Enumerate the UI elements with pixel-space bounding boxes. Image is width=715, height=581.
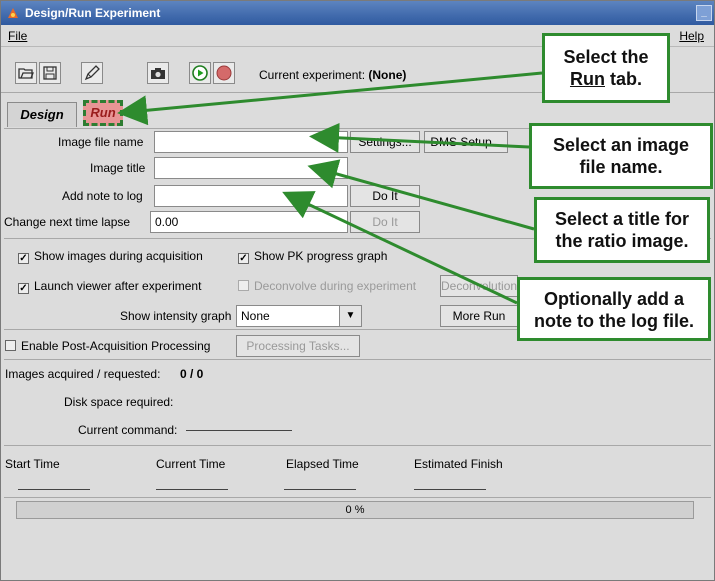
callout-run-tab-keyword: Run bbox=[569, 69, 605, 89]
current-command-line bbox=[186, 430, 292, 431]
processing-tasks-button[interactable]: Processing Tasks... bbox=[236, 335, 360, 357]
current-experiment-value: (None) bbox=[368, 68, 407, 82]
tab-run[interactable]: Run bbox=[83, 100, 123, 126]
launch-viewer-label: Launch viewer after experiment bbox=[34, 279, 202, 293]
start-time-value bbox=[18, 489, 90, 490]
open-button[interactable] bbox=[15, 62, 37, 84]
run-button[interactable] bbox=[189, 62, 211, 84]
app-icon bbox=[8, 8, 18, 18]
callout-file-name-line1: Select an image bbox=[552, 135, 690, 155]
deconvolve-label: Deconvolve during experiment bbox=[254, 279, 417, 293]
title-bar: Design/Run Experiment _ bbox=[1, 1, 714, 25]
open-icon bbox=[18, 68, 34, 79]
callout-note: Optionally add a note to the log file. bbox=[517, 277, 711, 341]
checkbox-checked-icon: ✓ bbox=[18, 253, 29, 264]
show-images-label: Show images during acquisition bbox=[34, 249, 203, 263]
progress-label: 0 % bbox=[345, 504, 365, 516]
image-file-input[interactable] bbox=[154, 131, 348, 153]
window-title: Design/Run Experiment bbox=[25, 6, 161, 20]
stop-button[interactable] bbox=[213, 62, 235, 84]
callout-file-name-line2: file name. bbox=[579, 157, 663, 177]
callout-run-tab: Select the Run tab. bbox=[542, 33, 670, 103]
callout-run-tab-suffix: tab. bbox=[604, 69, 642, 89]
checkbox-empty-icon bbox=[238, 280, 249, 291]
deconvolve-checkbox[interactable]: Deconvolve during experiment bbox=[238, 279, 416, 293]
stop-icon bbox=[216, 65, 232, 81]
callout-note-line1: Optionally add a bbox=[543, 289, 685, 309]
callout-run-tab-line2: Run tab. bbox=[545, 68, 667, 90]
disk-space-label: Disk space required: bbox=[64, 395, 174, 409]
settings-button[interactable]: Settings... bbox=[350, 131, 420, 153]
current-experiment: Current experiment: (None) bbox=[259, 68, 406, 82]
intensity-graph-select[interactable]: None ▼ bbox=[236, 305, 362, 327]
estimated-finish-label: Estimated Finish bbox=[414, 457, 503, 471]
minimize-button[interactable]: _ bbox=[696, 5, 712, 21]
show-images-checkbox[interactable]: ✓ Show images during acquisition bbox=[18, 249, 203, 264]
callout-title: Select a title for the ratio image. bbox=[534, 197, 710, 263]
elapsed-time-label: Elapsed Time bbox=[286, 457, 359, 471]
snapshot-button[interactable] bbox=[147, 62, 169, 84]
edit-button[interactable] bbox=[81, 62, 103, 84]
play-icon bbox=[192, 65, 208, 81]
image-title-input[interactable] bbox=[154, 157, 348, 179]
launch-viewer-checkbox[interactable]: ✓ Launch viewer after experiment bbox=[18, 279, 201, 294]
intensity-graph-value: None bbox=[241, 309, 270, 323]
time-lapse-label: Change next time lapse bbox=[4, 215, 131, 229]
note-label: Add note to log bbox=[62, 189, 143, 203]
image-file-label: Image file name bbox=[58, 135, 144, 149]
divider bbox=[4, 359, 711, 360]
images-acquired-value: 0 / 0 bbox=[180, 367, 204, 381]
post-acquisition-checkbox[interactable]: Enable Post-Acquisition Processing bbox=[5, 339, 210, 353]
time-lapse-input[interactable]: 0.00 bbox=[150, 211, 348, 233]
menu-help[interactable]: Help bbox=[679, 29, 704, 43]
show-pk-checkbox[interactable]: ✓ Show PK progress graph bbox=[238, 249, 387, 264]
current-time-label: Current Time bbox=[156, 457, 226, 471]
elapsed-time-value bbox=[284, 489, 356, 490]
progress-bar: 0 % bbox=[16, 501, 694, 519]
current-time-value bbox=[156, 489, 228, 490]
tab-design[interactable]: Design bbox=[7, 102, 77, 127]
note-input[interactable] bbox=[154, 185, 348, 207]
show-pk-label: Show PK progress graph bbox=[254, 249, 388, 263]
image-title-label: Image title bbox=[90, 161, 146, 175]
post-acquisition-label: Enable Post-Acquisition Processing bbox=[21, 339, 211, 353]
chevron-down-icon: ▼ bbox=[339, 306, 361, 326]
divider bbox=[4, 445, 711, 446]
callout-run-tab-line1: Select the bbox=[563, 47, 649, 67]
checkbox-checked-icon: ✓ bbox=[238, 253, 249, 264]
callout-title-line2: the ratio image. bbox=[555, 231, 689, 251]
save-icon bbox=[43, 66, 57, 80]
menu-file[interactable]: File bbox=[8, 29, 27, 43]
current-command-label: Current command: bbox=[78, 423, 178, 437]
images-acquired-label: Images acquired / requested: bbox=[5, 367, 161, 381]
save-button[interactable] bbox=[39, 62, 61, 84]
note-do-it-button[interactable]: Do It bbox=[350, 185, 420, 207]
divider bbox=[4, 497, 711, 498]
estimated-finish-value bbox=[414, 489, 486, 490]
dms-setup-button[interactable]: DMS Setup... bbox=[424, 131, 508, 153]
edit-icon bbox=[84, 65, 100, 81]
checkbox-empty-icon bbox=[5, 340, 16, 351]
current-experiment-label: Current experiment: bbox=[259, 68, 366, 82]
lapse-do-it-button[interactable]: Do It bbox=[350, 211, 420, 233]
callout-file-name: Select an image file name. bbox=[529, 123, 713, 189]
design-run-window: Design/Run Experiment _ File Help Curren… bbox=[0, 0, 715, 581]
callout-note-line2: note to the log file. bbox=[534, 311, 694, 331]
deconvolution-button[interactable]: Deconvolution bbox=[440, 275, 518, 297]
more-run-options-button[interactable]: More Run bbox=[440, 305, 518, 327]
start-time-label: Start Time bbox=[5, 457, 60, 471]
callout-title-line1: Select a title for bbox=[554, 209, 690, 229]
camera-icon bbox=[151, 68, 165, 79]
checkbox-checked-icon: ✓ bbox=[18, 283, 29, 294]
intensity-graph-label: Show intensity graph bbox=[120, 309, 232, 323]
